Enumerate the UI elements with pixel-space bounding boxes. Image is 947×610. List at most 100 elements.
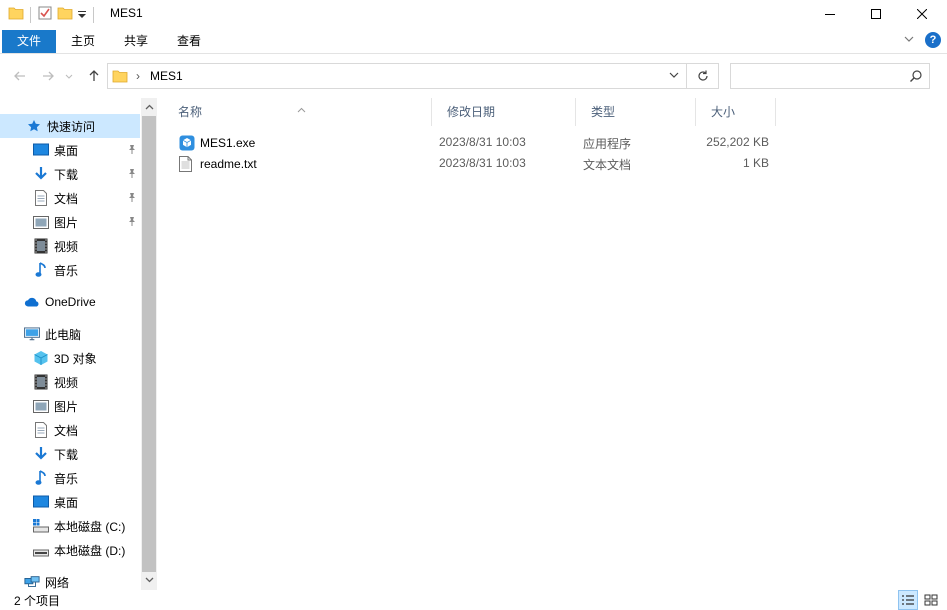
arrow-left-icon [14,71,25,81]
breadcrumb-separator[interactable]: › [136,69,140,83]
breadcrumb-item[interactable]: MES1 [150,69,183,83]
sidebar-item-desktop[interactable]: 桌面 [33,138,78,162]
tab-view[interactable]: 查看 [165,30,213,53]
sidebar-item-label: 音乐 [54,263,79,278]
sidebar-item-label: 文档 [54,191,79,206]
document-icon [33,422,49,438]
picture-icon [33,214,49,230]
tab-home[interactable]: 主页 [59,30,107,53]
column-header-label: 大小 [711,105,736,119]
minimize-button[interactable] [807,0,853,28]
tab-file[interactable]: 文件 [2,30,56,53]
sidebar-item-music[interactable]: 音乐 [33,258,78,282]
scrollbar-thumb[interactable] [142,116,156,572]
sidebar-item-videos-pc[interactable]: 视频 [33,370,78,394]
column-header-date[interactable]: 修改日期 [432,98,576,126]
sidebar-item-label: OneDrive [45,295,96,309]
sidebar-item-label: 桌面 [54,495,79,510]
navigation-pane: 快速访问 桌面 下载 文档 图片 视频 音乐 OneDrive 此电脑 3D 对… [0,98,157,590]
back-button[interactable] [10,66,30,86]
sidebar-item-desktop-pc[interactable]: 桌面 [33,490,78,514]
document-icon [33,190,49,206]
sidebar-item-videos[interactable]: 视频 [33,234,78,258]
sidebar-item-downloads-pc[interactable]: 下载 [33,442,78,466]
video-icon [33,374,49,390]
sidebar-item-drive-d[interactable]: 本地磁盘 (D:) [33,538,125,562]
sidebar-item-onedrive[interactable]: OneDrive [24,290,96,314]
sidebar-item-documents-pc[interactable]: 文档 [33,418,78,442]
sidebar-item-label: 本地磁盘 (C:) [54,519,126,534]
sidebar-item-label: 3D 对象 [54,351,97,366]
file-name: MES1.exe [200,136,256,150]
sidebar-item-downloads[interactable]: 下载 [33,162,78,186]
up-button[interactable] [84,66,104,86]
folder-icon [112,68,128,87]
scroll-up-button[interactable] [141,99,157,115]
scroll-down-button[interactable] [141,572,157,588]
tab-share[interactable]: 共享 [112,30,160,53]
file-date: 2023/8/31 10:03 [439,135,526,149]
column-header-type[interactable]: 类型 [576,98,696,126]
address-bar[interactable]: › MES1 [107,63,687,89]
new-folder-icon[interactable] [57,5,73,24]
sidebar-item-pictures[interactable]: 图片 [33,210,78,234]
refresh-button[interactable] [687,63,719,89]
maximize-button[interactable] [853,0,899,28]
file-row[interactable]: readme.txt 2023/8/31 10:03 文本文档 1 KB [173,153,793,174]
column-header-size[interactable]: 大小 [696,98,776,126]
address-row: › MES1 [0,60,947,92]
sidebar-item-this-pc[interactable]: 此电脑 [24,322,81,346]
3d-object-icon [33,350,49,366]
chevron-down-icon [904,36,914,42]
chevron-down-icon [145,577,153,583]
recent-locations-button[interactable] [62,66,76,86]
qat-separator [30,6,31,23]
column-header-name[interactable]: 名称 [163,98,432,126]
sidebar-item-quick-access[interactable]: 快速访问 [0,114,140,138]
sidebar-item-pictures-pc[interactable]: 图片 [33,394,78,418]
pin-icon [126,191,138,206]
file-list: 名称 修改日期 类型 大小 MES1.exe 2023/8/31 10:03 应… [163,98,947,590]
arrow-right-icon [43,71,54,81]
file-name-cell: readme.txt [179,156,257,172]
search-box[interactable] [730,63,930,89]
sort-ascending-icon [297,97,306,125]
sidebar-item-3d-objects[interactable]: 3D 对象 [33,346,97,370]
chevron-down-icon [669,72,679,78]
close-button[interactable] [899,0,945,28]
navigation-scrollbar[interactable] [141,98,157,590]
qat-separator [93,6,94,23]
details-view-button[interactable] [898,590,918,610]
sidebar-item-label: 音乐 [54,471,79,486]
exe-icon [179,135,195,151]
close-icon [917,9,927,19]
sidebar-item-label: 此电脑 [45,327,82,342]
desktop-icon [33,142,49,158]
sidebar-item-drive-c[interactable]: 本地磁盘 (C:) [33,514,125,538]
maximize-icon [871,9,881,19]
properties-icon[interactable] [37,5,53,24]
folder-icon [8,5,24,24]
column-header-label: 类型 [591,105,616,119]
forward-button[interactable] [38,66,58,86]
file-type: 文本文档 [583,158,632,172]
expand-ribbon-button[interactable] [903,33,915,48]
file-date: 2023/8/31 10:03 [439,156,526,170]
large-icons-view-button[interactable] [921,590,941,610]
address-dropdown-button[interactable] [668,69,680,84]
search-icon[interactable] [909,69,923,86]
sidebar-item-documents[interactable]: 文档 [33,186,78,210]
customize-qat-icon[interactable] [77,5,87,24]
sidebar-item-label: 本地磁盘 (D:) [54,543,126,558]
column-header-label: 修改日期 [447,105,496,119]
sidebar-item-label: 快速访问 [47,119,96,134]
sidebar-item-music-pc[interactable]: 音乐 [33,466,78,490]
sidebar-item-label: 视频 [54,239,79,254]
file-row[interactable]: MES1.exe 2023/8/31 10:03 应用程序 252,202 KB [173,132,793,153]
help-button[interactable]: ? [925,32,941,48]
column-header-label: 名称 [178,105,203,119]
quick-access-toolbar [8,5,96,24]
details-view-icon [902,595,914,605]
ribbon: 文件 主页 共享 查看 ? [0,28,947,54]
search-input[interactable] [735,65,905,87]
